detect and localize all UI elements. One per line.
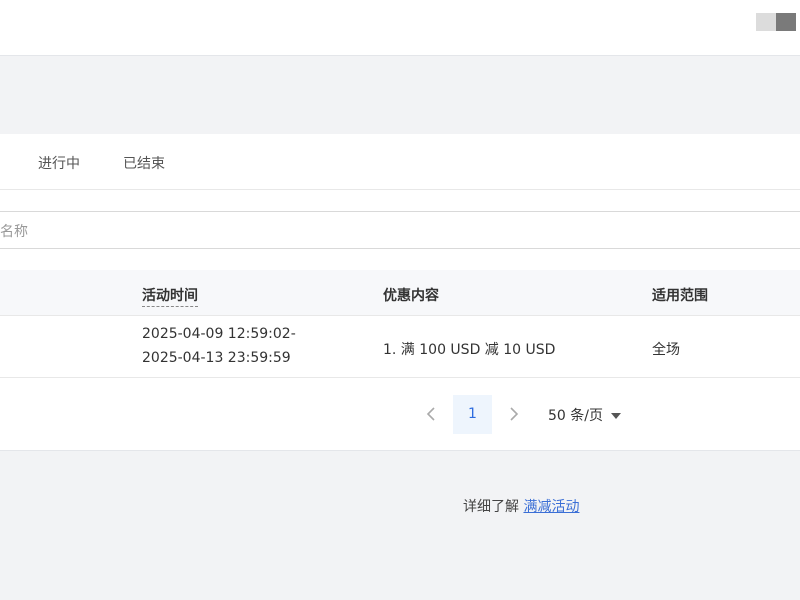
table-row: 2025-04-09 12:59:02- 2025-04-13 23:59:59… (0, 316, 800, 378)
column-header-content: 优惠内容 (383, 288, 439, 304)
row-scope: 全场 (652, 342, 680, 358)
avatar-left-block (756, 13, 776, 31)
row-discount-content: 1. 满 100 USD 减 10 USD (383, 342, 556, 358)
page-size-label: 50 条/页 (548, 408, 603, 424)
column-header-scope: 适用范围 (652, 288, 708, 304)
search-area: 名称 (0, 190, 800, 270)
avatar[interactable] (756, 13, 796, 31)
chevron-right-icon[interactable] (505, 404, 521, 424)
top-bar (0, 0, 800, 56)
column-header-time[interactable]: 活动时间 (142, 285, 198, 307)
pagination: 1 50 条/页 (0, 378, 800, 451)
learn-more-link[interactable]: 满减活动 (523, 499, 579, 515)
page-number-button[interactable]: 1 (453, 395, 492, 434)
row-time-start: 2025-04-09 12:59:02- (142, 326, 296, 342)
search-input[interactable] (0, 211, 800, 249)
chevron-left-icon[interactable] (424, 404, 440, 424)
status-tabs: 进行中 已结束 (0, 134, 800, 190)
row-time-end: 2025-04-13 23:59:59 (142, 350, 291, 366)
page-size-select[interactable]: 50 条/页 (548, 405, 621, 425)
table-header: 活动时间 优惠内容 适用范围 (0, 270, 800, 316)
search-input-placeholder: 名称 (0, 224, 28, 240)
caret-down-icon (610, 413, 621, 419)
avatar-right-block (776, 13, 796, 31)
tab-ended[interactable]: 已结束 (123, 153, 165, 173)
footer-note: 详细了解 满减活动 (463, 496, 579, 516)
tab-ongoing[interactable]: 进行中 (38, 153, 80, 173)
footer-text: 详细了解 (463, 499, 519, 515)
